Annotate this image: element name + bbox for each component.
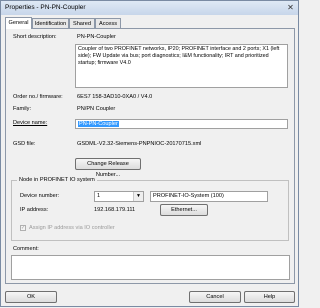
gsd-value: GSDML-V2.32-Siemens-PNPNIOC-20170715.xml <box>77 141 202 147</box>
general-panel: Short description: PN-PN-Coupler Coupler… <box>5 28 295 284</box>
gsd-label: GSD file: <box>13 141 36 147</box>
close-icon[interactable]: ✕ <box>286 3 295 12</box>
help-button[interactable]: Help <box>244 291 295 303</box>
window-title: Properties - PN-PN-Coupler <box>5 4 86 11</box>
title-bar: Properties - PN-PN-Coupler ✕ <box>1 1 298 15</box>
assign-ip-label: Assign IP address via IO controller <box>29 225 115 231</box>
tab-access[interactable]: Access <box>95 18 121 28</box>
tab-identification[interactable]: Identification <box>32 18 69 28</box>
device-name-label: Device name: <box>13 120 47 126</box>
device-number-value: 1 <box>97 193 101 199</box>
short-description-text: Coupler of two PROFINET networks, IP20; … <box>75 44 288 88</box>
short-description-label: Short description: <box>13 34 57 40</box>
chevron-down-icon[interactable]: ▼ <box>133 192 143 201</box>
device-name-value: PN-PN-Coupler <box>78 121 119 127</box>
comment-textarea[interactable] <box>11 255 290 280</box>
device-name-input[interactable]: PN-PN-Coupler <box>75 119 288 129</box>
properties-dialog: Properties - PN-PN-Coupler ✕ General Ide… <box>0 0 299 307</box>
comment-label: Comment: <box>13 246 39 252</box>
short-description-title: PN-PN-Coupler <box>77 34 116 40</box>
assign-ip-checkbox: ✓ <box>20 225 26 231</box>
tab-general[interactable]: General <box>5 17 32 29</box>
ip-label: IP address: <box>20 207 49 213</box>
ethernet-button[interactable]: Ethernet... <box>160 204 208 216</box>
order-value: 6ES7 158-3AD10-0XA0 / V4.0 <box>77 94 153 100</box>
cancel-button[interactable]: Cancel <box>189 291 241 303</box>
io-system-field: PROFINET-IO-System (100) <box>150 191 268 202</box>
node-group-title: Node in PROFINET IO system <box>17 177 97 183</box>
device-number-label: Device number: <box>20 193 60 199</box>
change-release-button[interactable]: Change Release Number... <box>75 158 141 178</box>
ok-button[interactable]: OK <box>5 291 57 303</box>
family-value: PN/PN Coupler <box>77 106 116 112</box>
device-name-label-text: Device name: <box>13 120 48 126</box>
node-group: Node in PROFINET IO system Device number… <box>11 177 289 241</box>
device-number-select[interactable]: 1 ▼ <box>94 191 144 202</box>
ip-value: 192.168.179.111 <box>94 207 136 213</box>
family-label: Family: <box>13 106 32 112</box>
order-label: Order no./ firmware: <box>13 94 63 100</box>
tab-shared[interactable]: Shared <box>69 18 95 28</box>
